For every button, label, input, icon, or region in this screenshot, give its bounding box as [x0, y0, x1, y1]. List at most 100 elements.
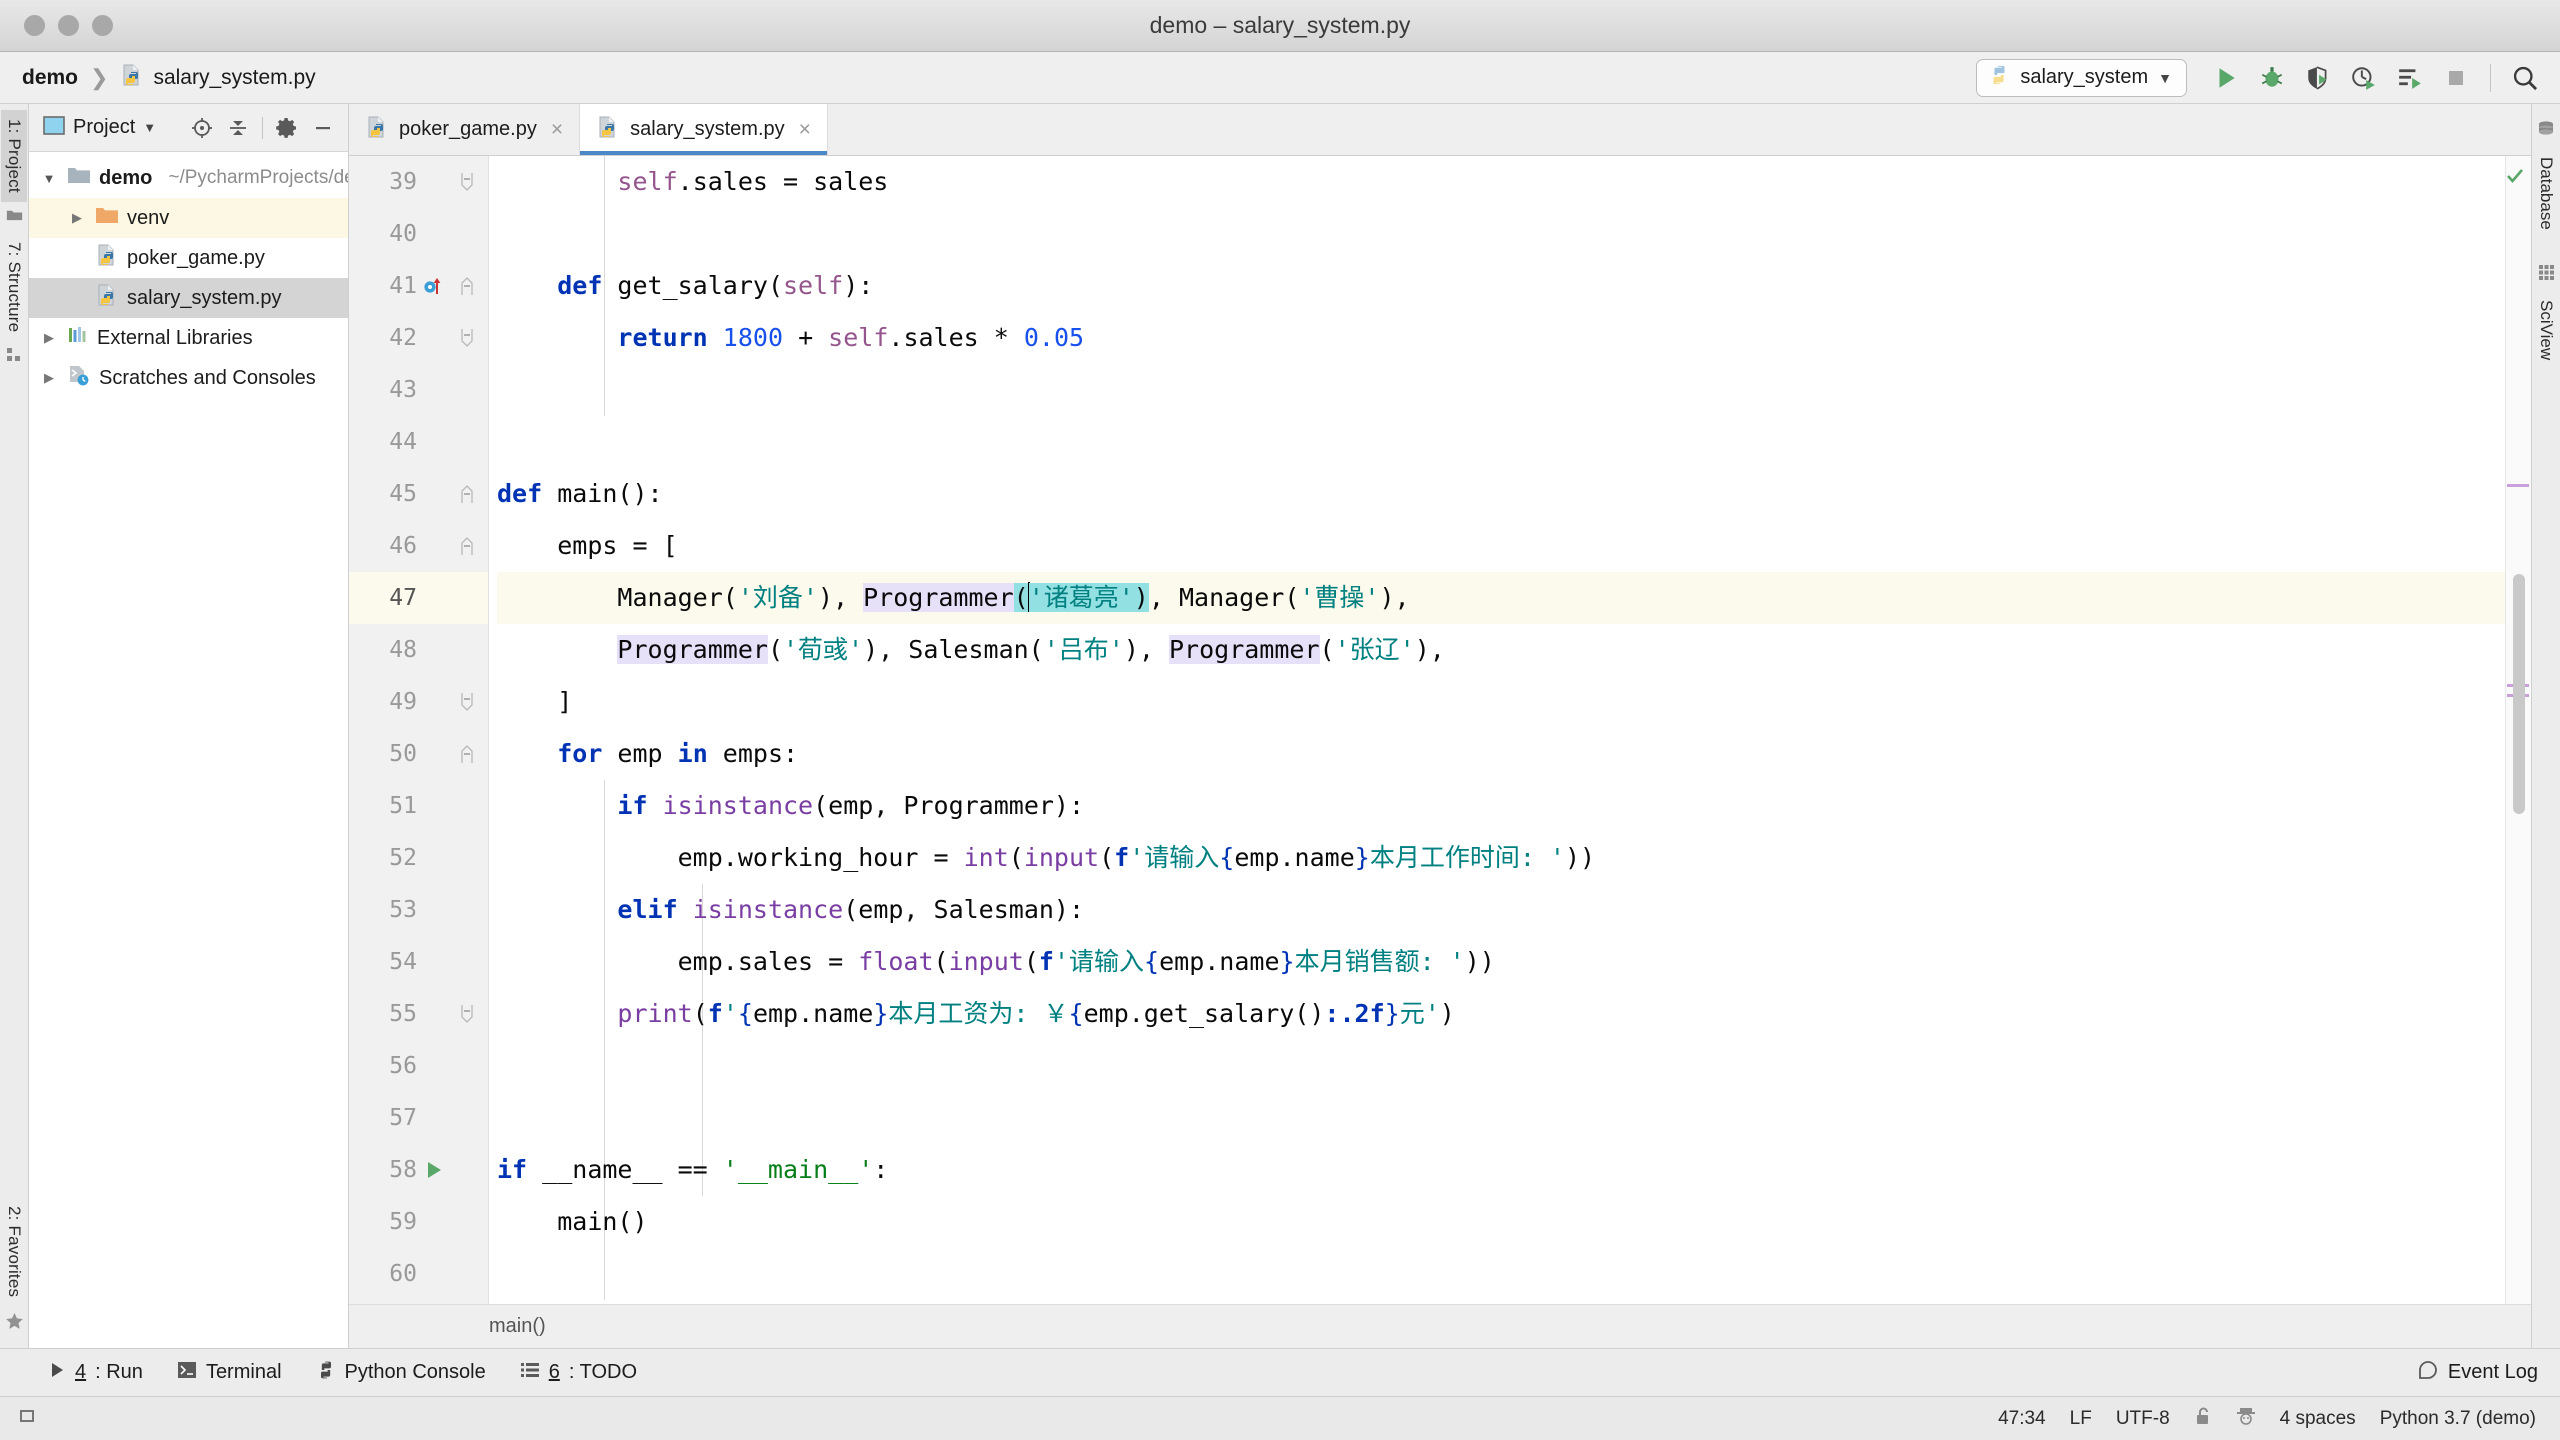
hide-panel-button[interactable]: [306, 111, 340, 145]
traffic-light-buttons[interactable]: [0, 15, 113, 36]
python-interpreter[interactable]: Python 3.7 (demo): [2380, 1408, 2536, 1430]
marker-stripe[interactable]: [2507, 484, 2529, 487]
gutter-line[interactable]: 58: [349, 1144, 488, 1196]
gutter-line[interactable]: 49: [349, 676, 488, 728]
editor-tab-salary-system[interactable]: salary_system.py ×: [580, 104, 828, 155]
editor-tab-poker-game[interactable]: poker_game.py ×: [349, 104, 581, 155]
tree-node-venv[interactable]: ▶ venv: [29, 198, 348, 238]
tool-window-python-console[interactable]: Python Console: [316, 1360, 486, 1386]
chevron-down-icon[interactable]: ▼: [2158, 70, 2172, 86]
python-file-icon: [95, 283, 119, 313]
gutter-line[interactable]: 47: [349, 572, 488, 624]
gutter-line[interactable]: 54: [349, 936, 488, 988]
settings-gear-button[interactable]: [270, 111, 304, 145]
chevron-down-icon[interactable]: ▼: [39, 171, 59, 186]
breadcrumb-file[interactable]: salary_system.py: [120, 63, 316, 93]
python-icon: [316, 1360, 336, 1386]
run-tests-button[interactable]: [2389, 57, 2431, 99]
status-bar-widget-icon[interactable]: [18, 1406, 38, 1432]
file-encoding[interactable]: UTF-8: [2116, 1408, 2170, 1430]
run-configuration-selector[interactable]: salary_system ▼: [1976, 58, 2187, 97]
run-with-coverage-button[interactable]: [2297, 57, 2339, 99]
tool-tab-project[interactable]: 1: Project: [1, 110, 27, 202]
gutter-line[interactable]: 41: [349, 260, 488, 312]
gutter-line[interactable]: 52: [349, 832, 488, 884]
close-button[interactable]: [24, 15, 45, 36]
tree-node-scratches-and-consoles[interactable]: ▶ Scratches and Consoles: [29, 358, 348, 398]
tree-node-salary-system[interactable]: salary_system.py: [29, 278, 348, 318]
code-line: self.sales = sales: [617, 167, 889, 196]
chevron-right-icon[interactable]: ▶: [39, 370, 59, 386]
gutter-line[interactable]: 55: [349, 988, 488, 1040]
python-file-icon: [95, 243, 119, 273]
python-file-icon: [120, 63, 144, 93]
gutter-line[interactable]: 46: [349, 520, 488, 572]
zoom-button[interactable]: [92, 15, 113, 36]
chevron-right-icon[interactable]: ▶: [39, 330, 59, 346]
editor-breadcrumb[interactable]: main(): [349, 1304, 2531, 1348]
tree-node-demo[interactable]: ▼ demo ~/PycharmProjects/demo: [29, 158, 348, 198]
run-gutter-icon[interactable]: [417, 1160, 451, 1180]
code-text-area[interactable]: self.sales = sales def get_salary(self):…: [489, 156, 2505, 1304]
gutter-line[interactable]: 39: [349, 156, 488, 208]
chevron-down-icon[interactable]: ▼: [143, 120, 156, 135]
event-log-label: Event Log: [2447, 1361, 2538, 1383]
chevron-right-icon[interactable]: ▶: [67, 210, 87, 226]
editor-marker-strip[interactable]: [2505, 156, 2531, 1304]
tree-node-label: Scratches and Consoles: [99, 366, 316, 389]
editor-gutter[interactable]: 39 40 41 42 43 44 45 46 47 48 49 50 51 5…: [349, 156, 489, 1304]
tool-window-todo[interactable]: 6: TODO: [520, 1361, 637, 1385]
tool-tab-sciview[interactable]: SciView: [2533, 292, 2559, 368]
tool-tab-database[interactable]: Database: [2533, 149, 2559, 238]
collapse-all-button[interactable]: [221, 111, 255, 145]
main-area: 1: Project 7: Structure 2: Favorites Pro…: [0, 104, 2560, 1348]
gutter-line[interactable]: 57: [349, 1092, 488, 1144]
gutter-line[interactable]: 43: [349, 364, 488, 416]
close-icon[interactable]: ×: [799, 118, 811, 142]
run-button[interactable]: [2205, 57, 2247, 99]
gutter-line[interactable]: 44: [349, 416, 488, 468]
tool-tab-structure[interactable]: 7: Structure: [1, 233, 27, 341]
debug-button[interactable]: [2251, 57, 2293, 99]
tool-tab-favorites[interactable]: 2: Favorites: [1, 1197, 27, 1306]
tool-window-run-label: : Run: [95, 1361, 143, 1383]
minimize-button[interactable]: [58, 15, 79, 36]
editor-scrollbar-thumb[interactable]: [2513, 574, 2525, 814]
profile-button[interactable]: [2343, 57, 2385, 99]
breadcrumb-project[interactable]: demo: [22, 66, 78, 90]
fold-start-icon: [451, 745, 483, 763]
gutter-line[interactable]: 51: [349, 780, 488, 832]
gutter-line[interactable]: 56: [349, 1040, 488, 1092]
fold-start-icon: [451, 277, 483, 295]
line-separator[interactable]: LF: [2070, 1408, 2092, 1430]
unlocked-icon[interactable]: [2194, 1406, 2212, 1432]
tool-window-run[interactable]: 4: Run: [48, 1361, 143, 1385]
gutter-line[interactable]: 45: [349, 468, 488, 520]
gutter-line[interactable]: 48: [349, 624, 488, 676]
hector-icon[interactable]: [2236, 1406, 2256, 1432]
gutter-line[interactable]: 59: [349, 1196, 488, 1248]
select-opened-file-button[interactable]: [185, 111, 219, 145]
gutter-line[interactable]: 53: [349, 884, 488, 936]
gutter-line[interactable]: 42: [349, 312, 488, 364]
event-log-button[interactable]: Event Log: [2418, 1360, 2560, 1385]
indent-setting[interactable]: 4 spaces: [2280, 1408, 2356, 1430]
fold-end-icon: [451, 173, 483, 191]
breadcrumb: demo ❯ salary_system.py: [22, 63, 316, 93]
stop-button[interactable]: [2435, 57, 2477, 99]
fold-end-icon: [451, 329, 483, 347]
ok-check-icon[interactable]: [2505, 166, 2525, 191]
close-icon[interactable]: ×: [551, 118, 563, 142]
code-line: if isinstance(emp, Programmer):: [617, 791, 1085, 820]
gutter-line[interactable]: 40: [349, 208, 488, 260]
tool-window-terminal[interactable]: Terminal: [177, 1361, 282, 1385]
search-everywhere-button[interactable]: [2504, 57, 2546, 99]
tree-node-external-libraries[interactable]: ▶ External Libraries: [29, 318, 348, 358]
caret-position[interactable]: 47:34: [1998, 1408, 2046, 1430]
gutter-line[interactable]: 50: [349, 728, 488, 780]
project-window-icon: [43, 115, 65, 140]
gutter-line[interactable]: 60: [349, 1248, 488, 1300]
tree-node-poker-game[interactable]: poker_game.py: [29, 238, 348, 278]
